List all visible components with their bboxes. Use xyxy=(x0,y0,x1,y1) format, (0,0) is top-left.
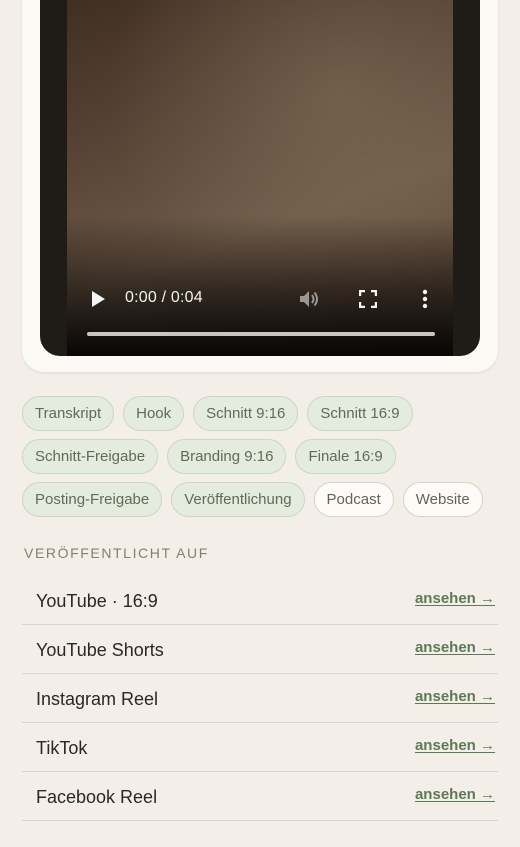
fullscreen-icon[interactable] xyxy=(358,289,378,309)
platform-name: YouTube · 16:9 xyxy=(36,591,158,611)
view-link[interactable]: ansehen → xyxy=(415,688,495,705)
tag-row: Schnitt-Freigabe Branding 9:16 Finale 16… xyxy=(22,439,502,474)
list-item: Facebook Reel ansehen → xyxy=(22,772,498,821)
tag-schnitt-9-16[interactable]: Schnitt 9:16 xyxy=(193,396,299,431)
workflow-tags: Transkript Hook Schnitt 9:16 Schnitt 16:… xyxy=(22,396,502,525)
tag-schnitt-freigabe[interactable]: Schnitt-Freigabe xyxy=(22,439,159,474)
view-link[interactable]: ansehen → xyxy=(415,639,495,656)
platform-name: YouTube Shorts xyxy=(36,640,164,660)
more-vertical-icon[interactable] xyxy=(420,289,430,309)
list-item: Instagram Reel ansehen → xyxy=(22,674,498,723)
tag-row: Posting-Freigabe Veröffentlichung Podcas… xyxy=(22,482,502,517)
list-item: YouTube · 16:9 ansehen → xyxy=(22,576,498,625)
volume-icon[interactable] xyxy=(298,288,320,310)
list-item: YouTube Shorts ansehen → xyxy=(22,625,498,674)
tag-hook[interactable]: Hook xyxy=(123,396,185,431)
platform-name: Instagram Reel xyxy=(36,689,159,709)
video-controls: 0:00 / 0:04 xyxy=(67,256,453,356)
video-player[interactable]: 0:00 / 0:04 xyxy=(40,0,480,356)
tag-schnitt-16-9[interactable]: Schnitt 16:9 xyxy=(307,396,413,431)
video-surface[interactable]: 0:00 / 0:04 xyxy=(67,0,453,356)
tag-podcast[interactable]: Podcast xyxy=(313,482,394,517)
section-heading-published: VERÖFFENTLICHT AUF xyxy=(24,545,209,561)
view-link[interactable]: ansehen → xyxy=(415,737,495,754)
platform-name: Facebook Reel xyxy=(36,787,158,807)
tag-website[interactable]: Website xyxy=(402,482,483,517)
video-card: 0:00 / 0:04 xyxy=(22,0,498,372)
tag-transkript[interactable]: Transkript xyxy=(22,396,115,431)
list-item: TikTok ansehen → xyxy=(22,723,498,772)
play-icon[interactable] xyxy=(89,290,107,308)
platform-name: TikTok xyxy=(36,738,88,758)
tag-veroeffentlichung[interactable]: Veröffentlichung xyxy=(171,482,305,517)
tag-branding-9-16[interactable]: Branding 9:16 xyxy=(167,439,287,474)
tag-posting-freigabe[interactable]: Posting-Freigabe xyxy=(22,482,163,517)
time-display: 0:00 / 0:04 xyxy=(125,289,203,306)
view-link[interactable]: ansehen → xyxy=(415,786,495,803)
view-link[interactable]: ansehen → xyxy=(415,590,495,607)
progress-bar[interactable] xyxy=(87,332,435,336)
tag-row: Transkript Hook Schnitt 9:16 Schnitt 16:… xyxy=(22,396,502,431)
platform-list: YouTube · 16:9 ansehen → YouTube Shorts … xyxy=(22,576,498,821)
tag-finale-16-9[interactable]: Finale 16:9 xyxy=(295,439,396,474)
